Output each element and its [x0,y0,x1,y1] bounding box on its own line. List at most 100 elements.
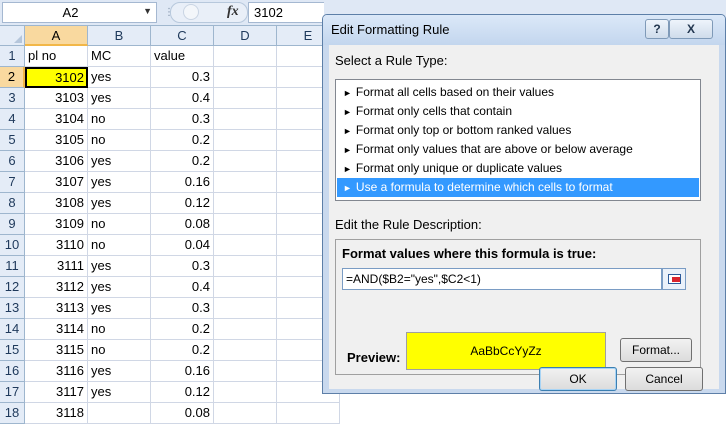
collapse-dialog-button[interactable] [662,268,686,290]
cell[interactable]: yes [88,151,151,172]
cell[interactable]: 3114 [25,319,88,340]
cell[interactable] [214,67,277,88]
rule-type-item[interactable]: ► Format all cells based on their values [337,83,699,102]
cell[interactable]: 0.12 [151,193,214,214]
chevron-down-icon[interactable]: ▼ [143,6,152,16]
cell[interactable]: no [88,340,151,361]
rule-type-item[interactable]: ► Format only values that are above or be… [337,140,699,159]
rule-formula-input[interactable]: =AND($B2="yes",$C2<1) [342,268,662,290]
row-header[interactable]: 11 [0,256,25,277]
cell[interactable]: MC [88,46,151,67]
cell[interactable] [214,403,277,424]
cell[interactable] [214,109,277,130]
insert-function-button[interactable]: fx [227,4,239,20]
cancel-button[interactable]: Cancel [625,367,703,391]
ok-button[interactable]: OK [539,367,617,391]
cell[interactable]: 0.08 [151,214,214,235]
cell[interactable]: 0.4 [151,88,214,109]
cell[interactable]: no [88,130,151,151]
row-header[interactable]: 2 [0,67,25,88]
row-header[interactable]: 8 [0,193,25,214]
row-header[interactable]: 13 [0,298,25,319]
cell[interactable]: yes [88,172,151,193]
cell[interactable]: 0.16 [151,172,214,193]
cell[interactable]: 0.08 [151,403,214,424]
dialog-titlebar[interactable]: Edit Formatting Rule ? X [323,15,725,45]
cell[interactable]: yes [88,88,151,109]
cell[interactable]: 3118 [25,403,88,424]
row-header[interactable]: 6 [0,151,25,172]
cell[interactable]: yes [88,256,151,277]
row-header[interactable]: 5 [0,130,25,151]
rule-type-list[interactable]: ► Format all cells based on their values ►… [335,79,701,201]
cell[interactable]: 3116 [25,361,88,382]
cell[interactable]: 3104 [25,109,88,130]
row-header[interactable]: 18 [0,403,25,424]
cell[interactable]: 0.2 [151,151,214,172]
cell[interactable]: 3109 [25,214,88,235]
row-header[interactable]: 12 [0,277,25,298]
column-header-a[interactable]: A [25,26,88,46]
cell[interactable]: 3112 [25,277,88,298]
row-header[interactable]: 4 [0,109,25,130]
cell[interactable]: 0.4 [151,277,214,298]
row-header[interactable]: 17 [0,382,25,403]
row-header[interactable]: 1 [0,46,25,67]
cell[interactable]: pl no [25,46,88,67]
row-header[interactable]: 9 [0,214,25,235]
cell[interactable] [214,214,277,235]
cell[interactable] [214,172,277,193]
row-header[interactable]: 10 [0,235,25,256]
cell[interactable]: 0.3 [151,109,214,130]
cell[interactable]: yes [88,298,151,319]
help-button[interactable]: ? [645,19,669,39]
cell[interactable]: 0.3 [151,298,214,319]
cell[interactable]: yes [88,277,151,298]
name-box[interactable]: A2 ▼ [2,2,157,23]
row-header[interactable]: 15 [0,340,25,361]
cell[interactable]: 3108 [25,193,88,214]
cell[interactable]: yes [88,382,151,403]
cell[interactable]: 3105 [25,130,88,151]
cell[interactable] [214,256,277,277]
column-header-d[interactable]: D [214,26,277,46]
column-header-c[interactable]: C [151,26,214,46]
select-all-button[interactable] [0,26,25,46]
cell[interactable]: yes [88,361,151,382]
cell[interactable]: 3111 [25,256,88,277]
cell[interactable] [88,403,151,424]
cell[interactable]: 3113 [25,298,88,319]
cell[interactable]: 0.3 [151,256,214,277]
row-header[interactable]: 14 [0,319,25,340]
cell[interactable]: no [88,109,151,130]
cell[interactable] [214,277,277,298]
cell[interactable] [214,298,277,319]
cell[interactable]: 0.2 [151,319,214,340]
cell[interactable] [214,340,277,361]
cell[interactable]: 3103 [25,88,88,109]
cell[interactable]: 3107 [25,172,88,193]
cell[interactable] [214,361,277,382]
cell[interactable]: 0.04 [151,235,214,256]
format-button[interactable]: Format... [620,338,692,362]
cell[interactable] [214,382,277,403]
cell[interactable]: 0.2 [151,130,214,151]
cell[interactable]: no [88,235,151,256]
cell[interactable]: 3117 [25,382,88,403]
cell[interactable]: 3115 [25,340,88,361]
cell[interactable]: 0.3 [151,67,214,88]
cell[interactable] [214,46,277,67]
cell[interactable] [214,151,277,172]
cell[interactable]: 3106 [25,151,88,172]
rule-type-item[interactable]: ► Use a formula to determine which cells … [337,178,699,197]
cell[interactable]: 0.2 [151,340,214,361]
cell[interactable]: 3102 [25,67,88,88]
column-header-b[interactable]: B [88,26,151,46]
cell[interactable]: 3110 [25,235,88,256]
cell[interactable]: yes [88,67,151,88]
cell[interactable] [214,88,277,109]
cell[interactable] [214,130,277,151]
row-header[interactable]: 3 [0,88,25,109]
cancel-edit-icon[interactable] [183,4,199,20]
close-button[interactable]: X [669,19,713,39]
